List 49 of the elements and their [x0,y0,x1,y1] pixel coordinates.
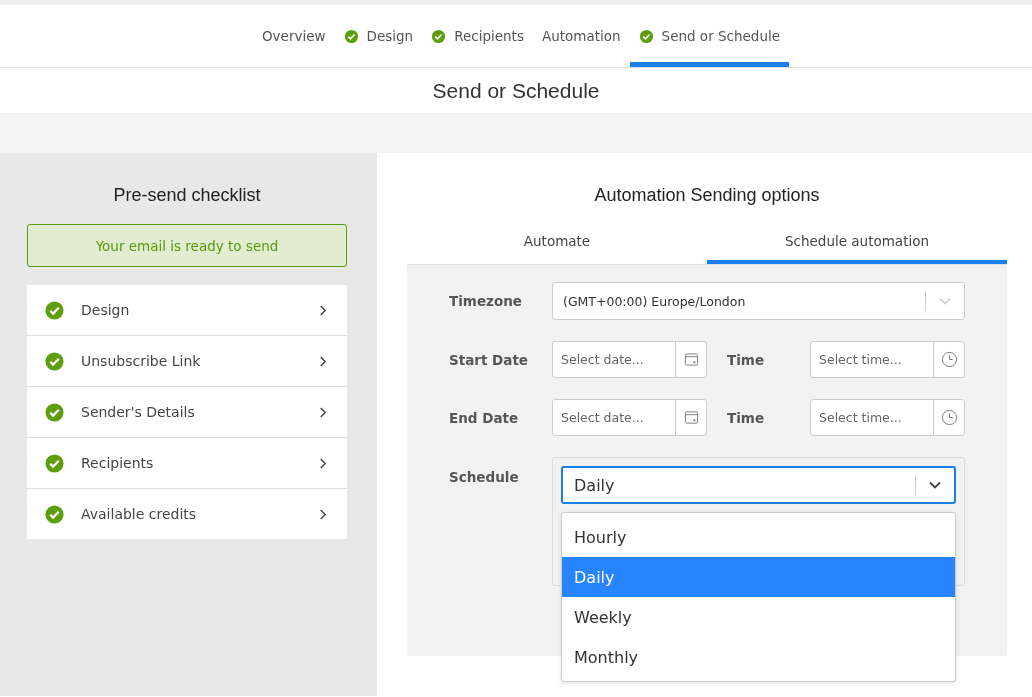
calendar-icon [683,352,699,367]
field-label: Time [726,351,766,368]
field-label: Time [726,409,766,426]
field-label: End Date [449,409,520,426]
field-label: Schedule [449,468,520,485]
timezone-select[interactable]: (GMT+00:00) Europe/London [552,282,965,320]
checklist-item[interactable]: Recipients [27,438,347,489]
date-field[interactable]: Select date... [553,400,675,435]
options-title: Automation Sending options [593,185,821,206]
checklist-item[interactable]: Design [27,285,347,336]
dropdown-option[interactable]: Daily [562,557,955,597]
field-label: Start Date [449,351,530,368]
chevron-right-icon [318,303,327,317]
date-picker[interactable]: Select date... [552,341,707,378]
checklist-title: Pre-send checklist [112,185,262,206]
check-icon [431,28,447,44]
checklist-item[interactable]: Available credits [27,489,347,539]
chevron-right-icon [318,354,327,368]
step-tab[interactable]: Recipients [422,5,533,67]
time-picker[interactable]: Select time... [810,341,965,378]
clock-icon [940,409,958,426]
time-field[interactable]: Select time... [811,342,933,377]
checklist-item[interactable]: Sender's Details [27,387,347,438]
dropdown-option[interactable]: Hourly [562,517,955,557]
step-tab[interactable]: Automation [532,5,630,67]
chevron-down-icon [939,297,951,305]
calendar-icon [683,410,699,425]
schedule-select[interactable]: Daily [561,466,956,504]
tab[interactable]: Automate [407,222,707,264]
checklist-item[interactable]: Unsubscribe Link [27,336,347,387]
check-icon [343,28,359,44]
dropdown-option[interactable]: Monthly [562,637,955,677]
page-title: Send or Schedule [432,78,600,103]
ready-banner: Your email is ready to send [27,224,347,267]
step-tab[interactable]: Overview [253,5,335,67]
field-label: Timezone [449,293,523,309]
step-tab[interactable]: Design [334,5,423,67]
dropdown-option[interactable]: Weekly [562,597,955,637]
date-field[interactable]: Select date... [553,342,675,377]
time-field[interactable]: Select time... [811,400,933,435]
clock-icon [940,351,958,368]
date-picker[interactable]: Select date... [552,399,707,436]
step-tab[interactable]: Send or Schedule [629,5,789,67]
check-icon [638,28,654,44]
chevron-down-icon [929,481,941,489]
time-picker[interactable]: Select time... [810,399,965,436]
chevron-right-icon [318,405,327,419]
chevron-right-icon [318,456,327,470]
chevron-right-icon [318,507,327,521]
